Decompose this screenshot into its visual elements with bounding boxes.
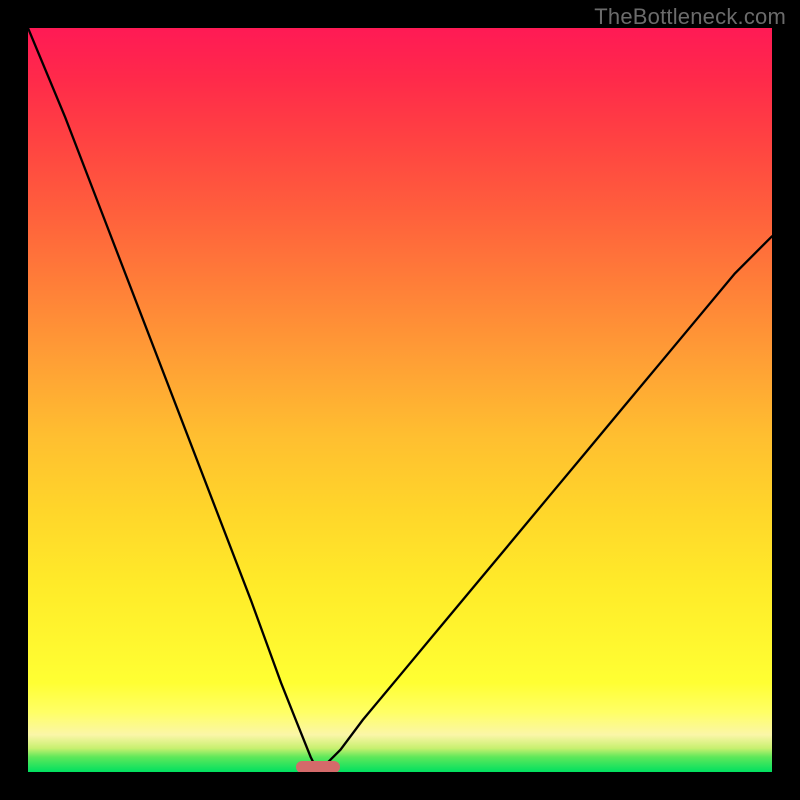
- bottleneck-curve: [28, 28, 772, 772]
- chart-frame: TheBottleneck.com: [0, 0, 800, 800]
- plot-area: [28, 28, 772, 772]
- curve-path: [28, 28, 772, 772]
- watermark-text: TheBottleneck.com: [594, 4, 786, 30]
- optimal-point-marker: [296, 761, 341, 772]
